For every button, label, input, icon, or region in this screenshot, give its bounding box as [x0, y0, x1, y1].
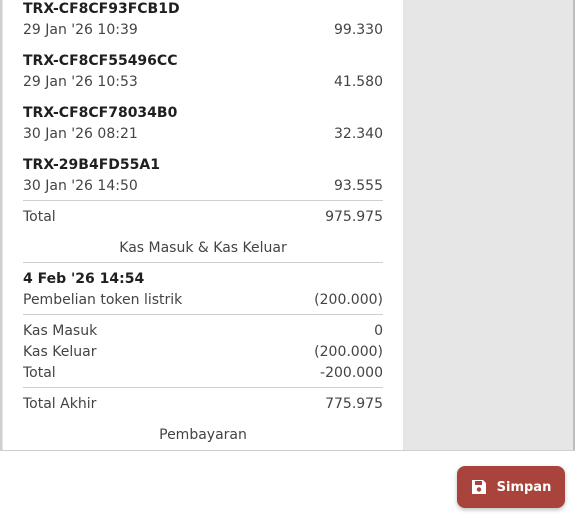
transaction-row: 29 Jan '26 10:39 99.330	[23, 21, 383, 39]
divider	[23, 262, 383, 263]
kas-masuk-label: Kas Masuk	[23, 323, 98, 339]
left-border	[0, 0, 2, 450]
cash-entry-row: Pembelian token listrik (200.000)	[23, 291, 383, 309]
cash-section-title: Kas Masuk & Kas Keluar	[23, 239, 383, 257]
kas-keluar-label: Kas Keluar	[23, 344, 97, 360]
transaction-row: 30 Jan '26 14:50 93.555	[23, 177, 383, 195]
divider	[23, 200, 383, 201]
transaction-datetime: 30 Jan '26 14:50	[23, 178, 138, 194]
payment-section-title: Pembayaran	[23, 426, 383, 444]
grand-total-label: Total Akhir	[23, 396, 97, 412]
transaction-id-text: TRX-CF8CF78034B0	[23, 105, 178, 121]
transaction-id-text: TRX-29B4FD55A1	[23, 157, 160, 173]
transaction-amount: 32.340	[334, 126, 383, 142]
total-label: Total	[23, 209, 56, 225]
transaction-row: 30 Jan '26 08:21 32.340	[23, 125, 383, 143]
transaction-amount: 41.580	[334, 74, 383, 90]
grand-total-row: Total Akhir 775.975	[23, 395, 383, 413]
kas-keluar-value: (200.000)	[314, 344, 383, 360]
receipt-paper: TRX-CF8CF93FCB1D 29 Jan '26 10:39 99.330…	[3, 0, 403, 450]
transaction-id-text: TRX-CF8CF55496CC	[23, 53, 178, 69]
cash-entry-datetime-text: 4 Feb '26 14:54	[23, 271, 145, 287]
cash-entry-datetime: 4 Feb '26 14:54	[23, 270, 383, 288]
transaction-datetime: 30 Jan '26 08:21	[23, 126, 138, 142]
divider	[23, 387, 383, 388]
transaction-row: 29 Jan '26 10:53 41.580	[23, 73, 383, 91]
cash-total-row: Total -200.000	[23, 364, 383, 382]
cash-total-value: -200.000	[320, 365, 383, 381]
total-value: 975.975	[325, 209, 383, 225]
transaction-datetime: 29 Jan '26 10:53	[23, 74, 138, 90]
cash-entry-amount: (200.000)	[314, 292, 383, 308]
receipt-preview-scroll-area[interactable]: TRX-CF8CF93FCB1D 29 Jan '26 10:39 99.330…	[0, 0, 575, 451]
cash-total-label: Total	[23, 365, 56, 381]
divider	[23, 314, 383, 315]
transaction-datetime: 29 Jan '26 10:39	[23, 22, 138, 38]
transaction-id: TRX-CF8CF55496CC	[23, 52, 383, 70]
transaction-id: TRX-CF8CF78034B0	[23, 104, 383, 122]
kas-masuk-value: 0	[374, 323, 383, 339]
transaction-id: TRX-CF8CF93FCB1D	[23, 0, 383, 18]
transaction-id-text: TRX-CF8CF93FCB1D	[23, 1, 180, 17]
section-title-text: Kas Masuk & Kas Keluar	[119, 240, 287, 256]
floppy-disk-icon	[471, 479, 487, 495]
save-button[interactable]: Simpan	[457, 466, 565, 508]
cash-entry-description: Pembelian token listrik	[23, 292, 183, 308]
grand-total-value: 775.975	[325, 396, 383, 412]
section-title-text: Pembayaran	[159, 427, 247, 443]
transaction-amount: 99.330	[334, 22, 383, 38]
transaction-id: TRX-29B4FD55A1	[23, 156, 383, 174]
transaction-amount: 93.555	[334, 178, 383, 194]
kas-masuk-row: Kas Masuk 0	[23, 322, 383, 340]
transactions-total-row: Total 975.975	[23, 208, 383, 226]
save-button-label: Simpan	[496, 479, 552, 495]
kas-keluar-row: Kas Keluar (200.000)	[23, 343, 383, 361]
